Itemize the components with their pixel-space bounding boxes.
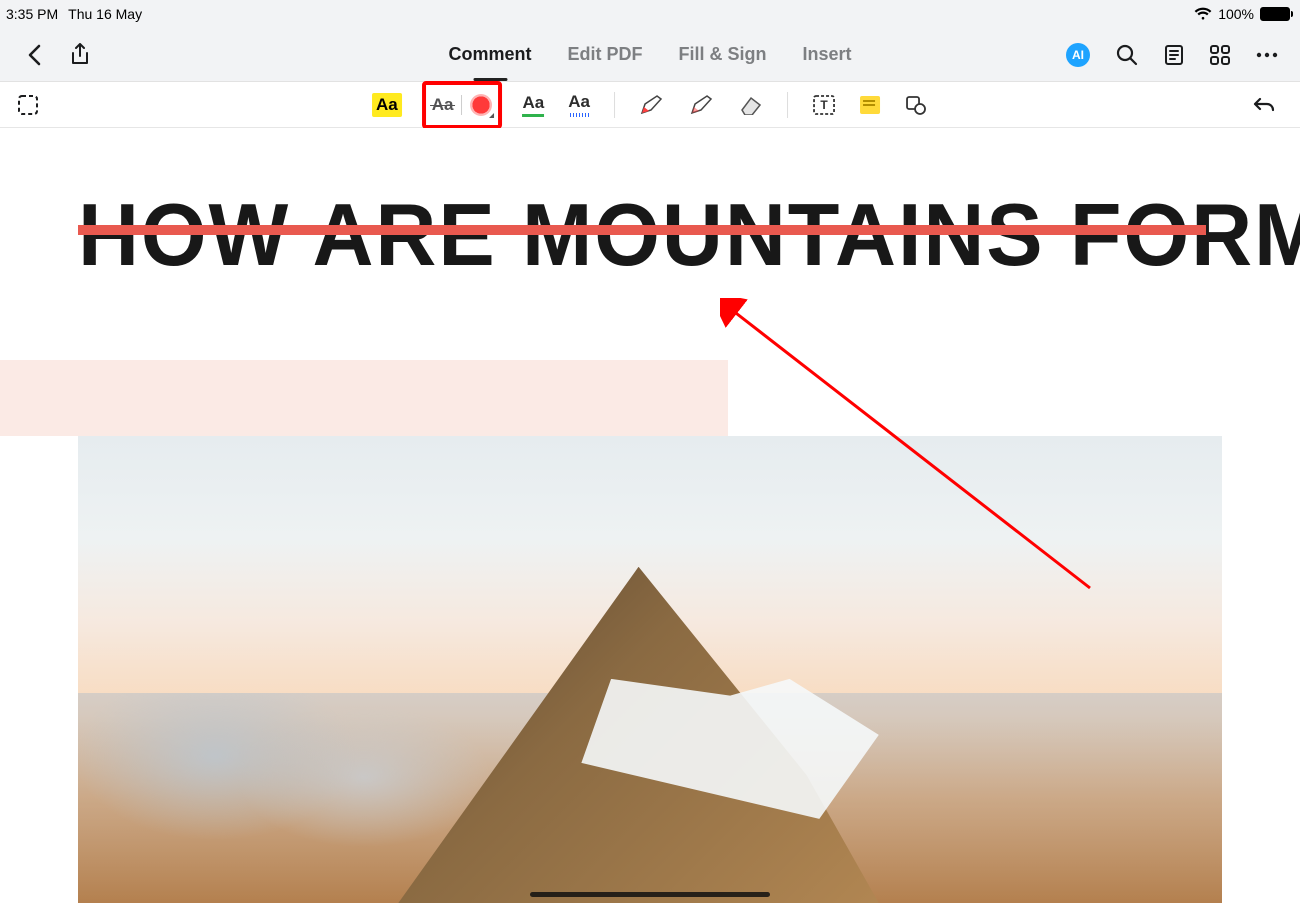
tab-edit-pdf[interactable]: Edit PDF xyxy=(567,44,642,65)
document-heading[interactable]: HOW ARE MOUNTAINS FORMED? xyxy=(78,184,1300,286)
document-image xyxy=(78,436,1222,903)
annotation-toolbar: Aa Aa Aa Aa T xyxy=(0,82,1300,128)
tab-fill-sign[interactable]: Fill & Sign xyxy=(678,44,766,65)
status-bar: 3:35 PM Thu 16 May 100% xyxy=(0,0,1300,28)
ai-badge[interactable]: AI xyxy=(1066,43,1090,67)
strikethrough-tool-group[interactable]: Aa xyxy=(426,91,499,119)
eraser-tool-icon[interactable] xyxy=(739,95,763,115)
outline-icon[interactable] xyxy=(1164,44,1184,66)
status-date: Thu 16 May xyxy=(68,6,142,22)
wifi-icon xyxy=(1194,7,1212,21)
marker-tool-icon[interactable] xyxy=(689,94,715,116)
back-button[interactable] xyxy=(26,44,42,66)
strikethrough-tool[interactable]: Aa xyxy=(432,95,454,115)
textbox-tool-icon[interactable]: T xyxy=(812,94,836,116)
tab-comment[interactable]: Comment xyxy=(448,44,531,65)
more-icon[interactable] xyxy=(1256,52,1278,58)
tab-insert[interactable]: Insert xyxy=(802,44,851,65)
share-button[interactable] xyxy=(70,43,90,67)
battery-icon xyxy=(1260,7,1290,21)
sticky-note-tool-icon[interactable] xyxy=(860,96,880,114)
selection-tool-icon[interactable] xyxy=(16,93,40,117)
svg-text:T: T xyxy=(820,98,828,112)
home-indicator[interactable] xyxy=(530,892,770,897)
highlight-tool[interactable]: Aa xyxy=(372,93,402,117)
document-canvas[interactable]: HOW ARE MOUNTAINS FORMED? xyxy=(0,128,1300,903)
stamp-tool-icon[interactable] xyxy=(904,94,928,116)
undo-button[interactable] xyxy=(1252,95,1276,115)
search-icon[interactable] xyxy=(1116,44,1138,66)
color-swatch-strike[interactable] xyxy=(471,94,493,116)
decorative-block xyxy=(0,360,728,436)
underline-tool[interactable]: Aa xyxy=(523,93,545,117)
pen-tool-icon[interactable] xyxy=(639,94,665,116)
grid-icon[interactable] xyxy=(1210,45,1230,65)
strikethrough-annotation[interactable] xyxy=(78,225,1206,235)
squiggle-tool[interactable]: Aa xyxy=(568,92,590,117)
battery-percent: 100% xyxy=(1218,6,1254,22)
status-time: 3:35 PM xyxy=(6,6,58,22)
top-navigation-bar: Comment Edit PDF Fill & Sign Insert AI xyxy=(0,28,1300,82)
